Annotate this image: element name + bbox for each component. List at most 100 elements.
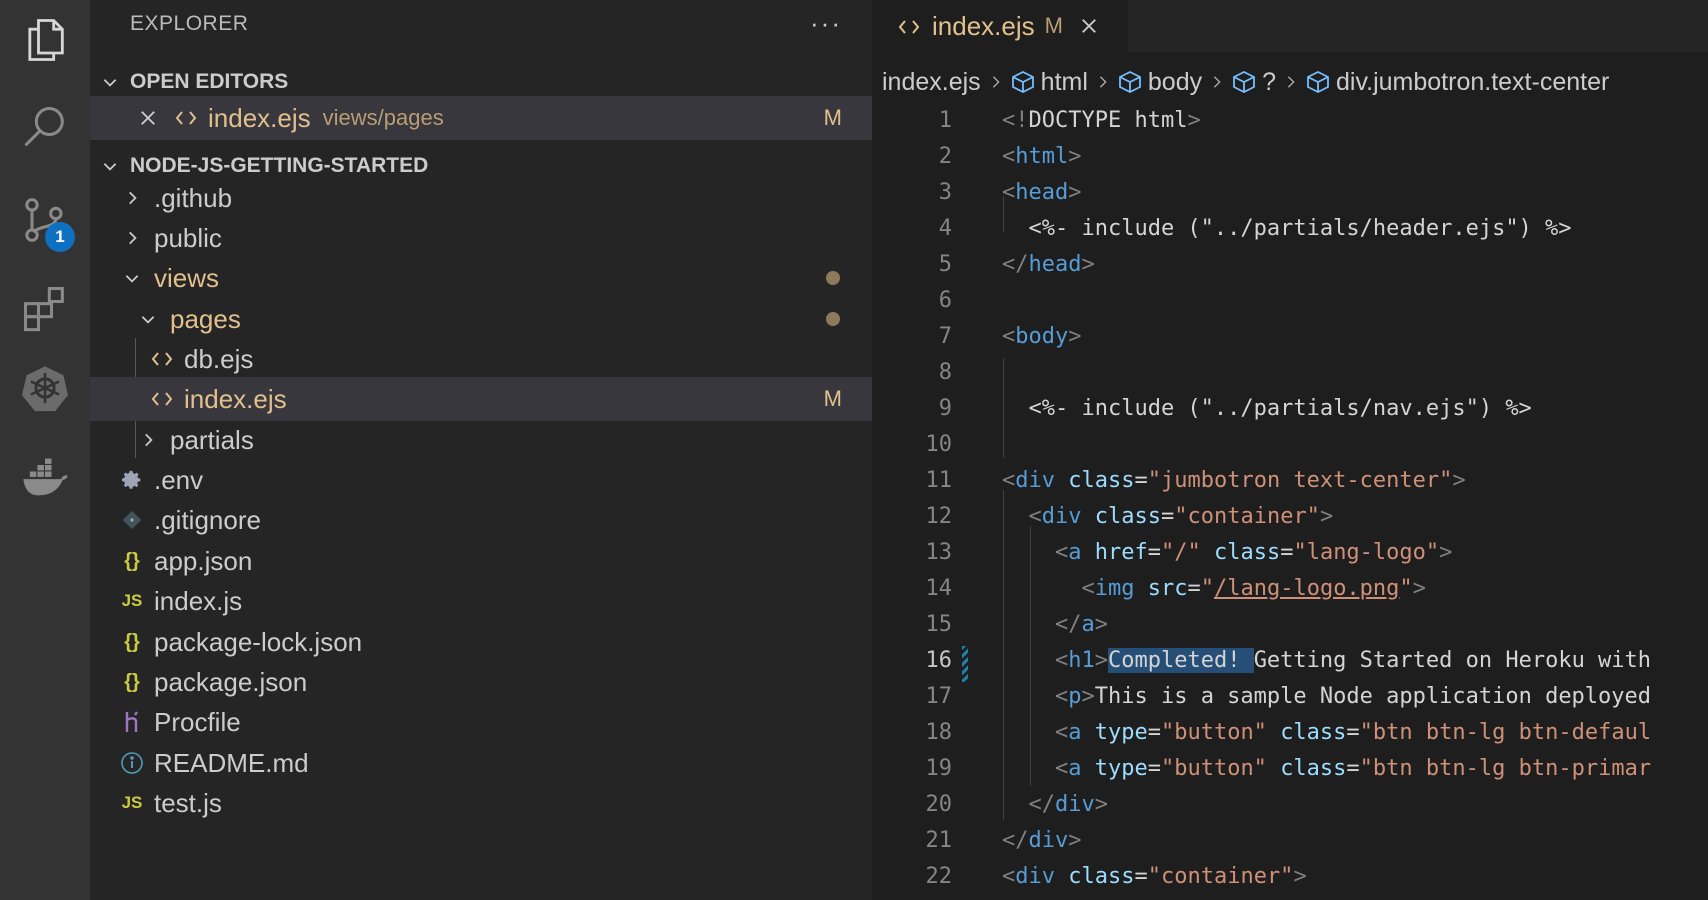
code-line[interactable]: 11 <div class="jumbotron text-center"> [872, 462, 1466, 498]
close-icon[interactable] [1079, 16, 1099, 36]
kubernetes-icon[interactable] [0, 348, 90, 428]
code-line[interactable]: 4 <%- include ("../partials/header.ejs")… [872, 210, 1572, 246]
code-line[interactable]: 13 <a href="/" class="lang-logo"> [872, 534, 1453, 570]
javascript-icon: JS [121, 793, 143, 812]
code-line[interactable]: 16 <h1>Completed! Getting Started on Her… [872, 642, 1651, 678]
code-token: > [1319, 503, 1334, 529]
code-token: " [1200, 575, 1214, 601]
indent-guide [1003, 490, 1004, 820]
tree-item-readme[interactable]: README.md [90, 741, 872, 785]
code-token: > [1094, 791, 1108, 817]
code-line[interactable]: 22 <div class="container"> [872, 858, 1307, 894]
code-token: </ [1002, 827, 1029, 853]
chevron-right-icon [1284, 73, 1298, 91]
code-line[interactable]: 2 <html> [872, 138, 1082, 174]
selection: Completed! [1107, 647, 1254, 673]
code-line[interactable]: 20 </div> [872, 786, 1109, 822]
search-icon[interactable] [0, 88, 90, 168]
line-number: 12 [925, 503, 953, 529]
code-token: h1 [1068, 647, 1095, 673]
scm-badge: 1 [45, 222, 75, 252]
code-token: src [1147, 575, 1188, 601]
code-token: < [1081, 575, 1095, 601]
code-line[interactable]: 3 <head> [872, 174, 1082, 210]
more-actions-icon[interactable]: ··· [810, 8, 842, 39]
tree-item-db-ejs[interactable]: db.ejs [90, 337, 872, 381]
modified-badge: M [823, 386, 842, 411]
code-line[interactable]: 8 [872, 354, 1002, 390]
tree-item-pages[interactable]: pages [90, 297, 872, 341]
docker-icon[interactable] [0, 438, 90, 518]
code-line[interactable]: 14 <img src="/lang-logo.png"> [872, 570, 1426, 606]
extensions-icon[interactable] [0, 268, 90, 348]
breadcrumb-unknown[interactable]: ? [1262, 68, 1276, 97]
tree-item-index-js[interactable]: JS index.js [90, 579, 872, 623]
code-text: <a href="/" class="lang-logo"> [1002, 540, 1452, 565]
source-control-icon[interactable]: 1 [0, 180, 90, 260]
code-token: < [1002, 467, 1016, 493]
tree-item-env[interactable]: .env [90, 458, 872, 502]
code-token: p [1068, 683, 1082, 709]
tree-item-views[interactable]: views [90, 256, 872, 300]
code-line[interactable]: 21 </div> [872, 822, 1082, 858]
code-token: a [1081, 611, 1095, 637]
code-token: "btn btn-lg btn-defaul [1359, 719, 1652, 745]
tab-bar: index.ejs M [872, 0, 1708, 52]
code-line[interactable]: 6 [872, 282, 1002, 318]
code-line[interactable]: 1 <!DOCTYPE html> [872, 102, 1201, 138]
tree-item-procfile[interactable]: Procfile [90, 700, 872, 744]
tab-index-ejs[interactable]: index.ejs M [872, 0, 1128, 52]
code-token: "button" [1160, 719, 1267, 745]
explorer-icon[interactable] [0, 0, 90, 80]
code-token: " [1399, 575, 1413, 601]
code-text: <div class="container"> [1002, 864, 1307, 889]
breadcrumb-body[interactable]: body [1148, 68, 1202, 97]
code-line[interactable]: 17 <p>This is a sample Node application … [872, 678, 1652, 714]
chevron-right-icon [116, 189, 148, 207]
json-icon: {} [124, 549, 140, 572]
tree-item-github[interactable]: .github [90, 176, 872, 220]
tree-item-index-ejs[interactable]: index.ejs M [90, 377, 872, 421]
tree-item-package-lock-json[interactable]: {} package-lock.json [90, 620, 872, 664]
line-number: 7 [938, 323, 952, 349]
code-line[interactable]: 7 <body> [872, 318, 1082, 354]
code-text: <div class="container"> [1002, 503, 1334, 529]
tree-item-app-json[interactable]: {} app.json [90, 539, 872, 583]
code-line[interactable]: 19 <a type="button" class="btn btn-lg bt… [872, 750, 1652, 786]
ejs-file-icon [898, 11, 920, 42]
code-line[interactable]: 18 <a type="button" class="btn btn-lg bt… [872, 714, 1652, 750]
javascript-icon: JS [121, 591, 143, 610]
code-token: > [1068, 323, 1082, 349]
code-token: "/" [1160, 539, 1201, 565]
code-line[interactable]: 15 </a> [872, 606, 1108, 642]
chevron-right-icon [1096, 73, 1110, 91]
code-line[interactable]: 10 [872, 426, 1002, 462]
code-token: > [1293, 863, 1307, 889]
info-icon [116, 751, 148, 775]
code-line[interactable]: 12 <div class="container"> [872, 498, 1334, 534]
breadcrumb-html[interactable]: html [1041, 68, 1088, 97]
chevron-down-icon [90, 157, 130, 175]
tree-item-package-json[interactable]: {} package.json [90, 660, 872, 704]
line-number: 17 [925, 683, 953, 709]
line-number: 10 [925, 431, 953, 457]
tree-item-test-js[interactable]: JS test.js [90, 781, 872, 825]
tree-item-public[interactable]: public [90, 216, 872, 260]
tree-item-partials[interactable]: partials [90, 418, 872, 462]
chevron-down-icon [116, 269, 148, 287]
code-line[interactable]: 5 </head> [872, 246, 1095, 282]
gear-icon [116, 469, 148, 491]
code-token: href [1094, 539, 1148, 565]
tree-item-gitignore[interactable]: .gitignore [90, 498, 872, 542]
line-number: 2 [938, 143, 952, 169]
symbol-icon [1011, 71, 1035, 93]
breadcrumb-file[interactable]: index.ejs [882, 68, 981, 97]
code-token: > [1081, 251, 1095, 277]
code-line[interactable]: 9 <%- include ("../partials/nav.ejs") %> [872, 390, 1532, 426]
open-editor-item[interactable]: index.ejs views/pages M [90, 96, 872, 140]
breadcrumb-div[interactable]: div.jumbotron.text-center [1336, 68, 1609, 97]
close-icon[interactable] [132, 108, 164, 128]
